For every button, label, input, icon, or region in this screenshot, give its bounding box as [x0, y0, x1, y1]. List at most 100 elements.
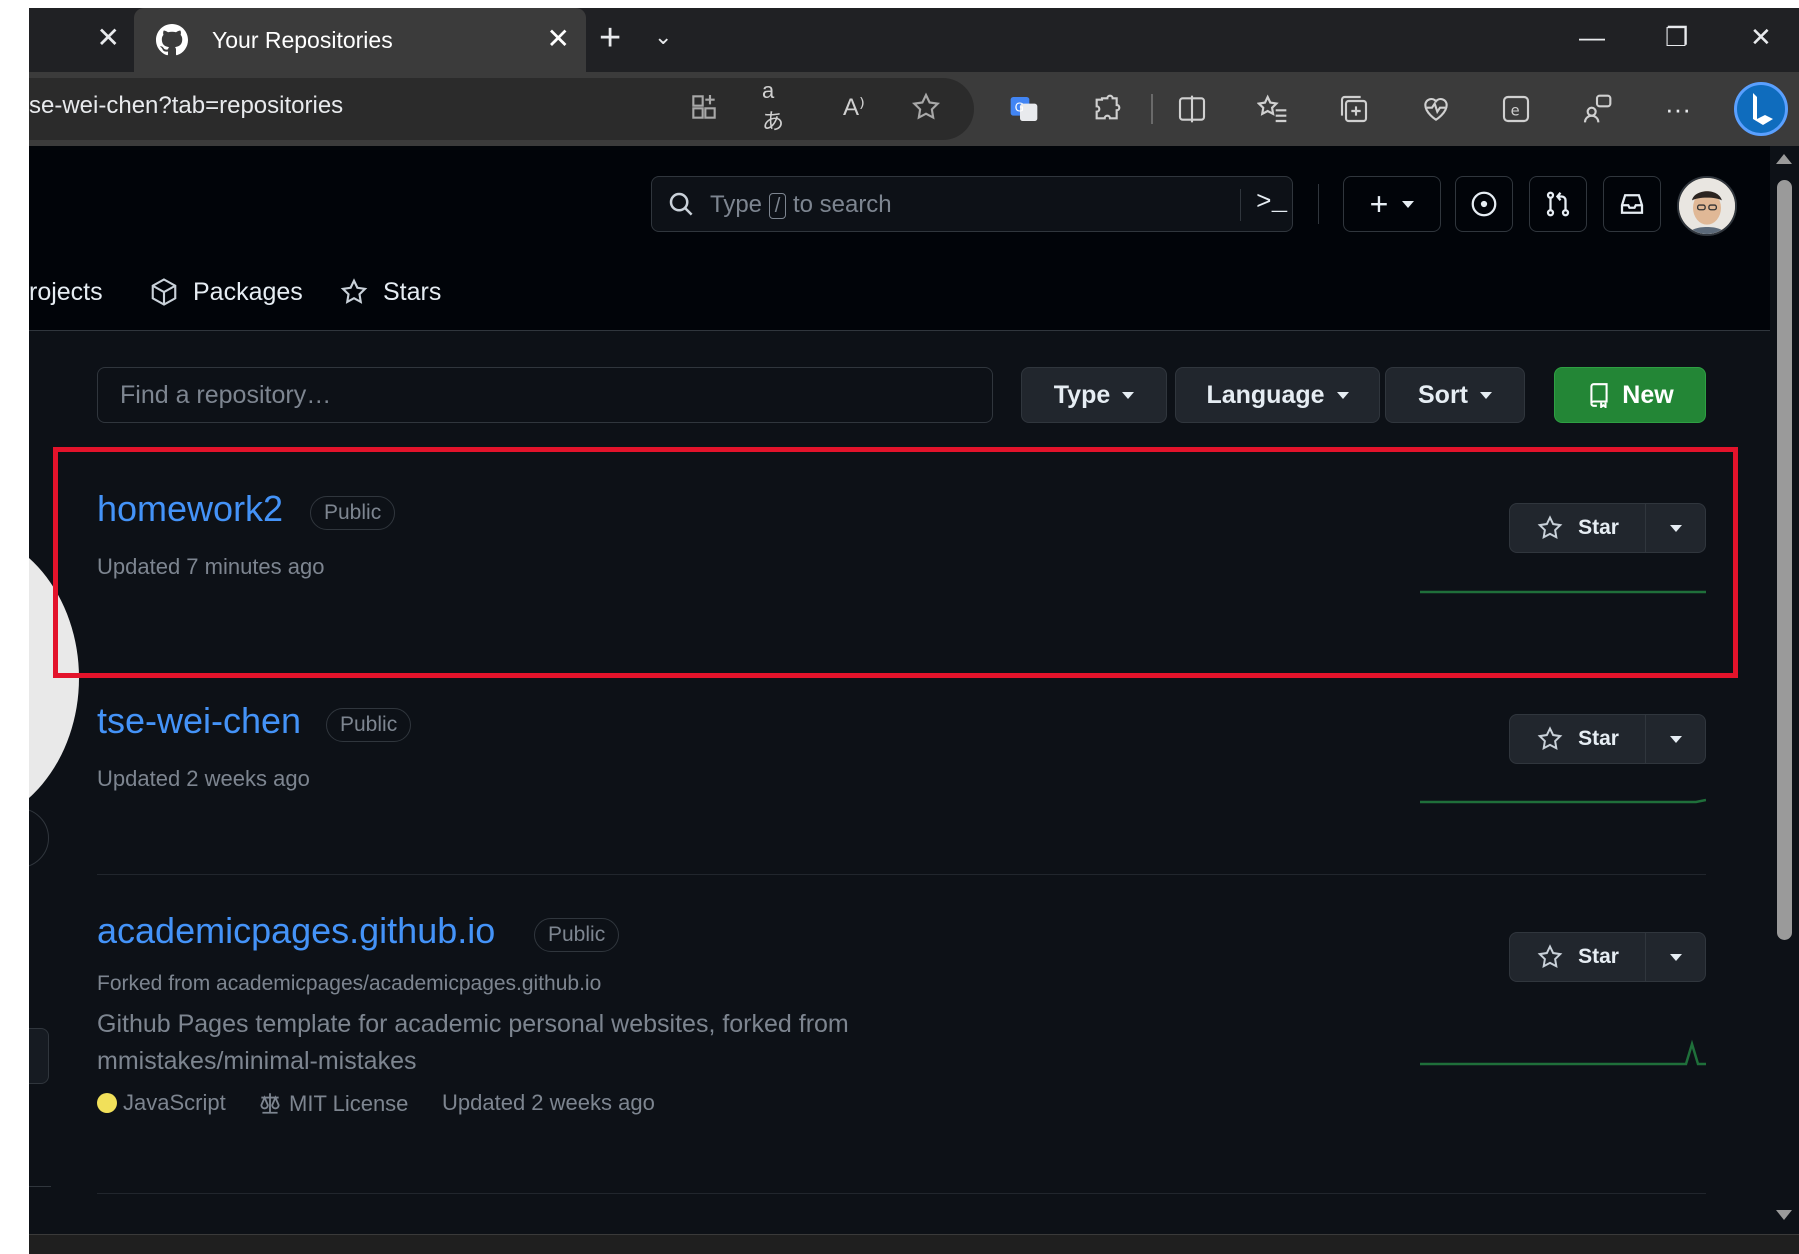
- repo-language: JavaScript: [97, 1090, 226, 1116]
- command-palette-icon[interactable]: >_: [1256, 187, 1287, 217]
- page-scrollbar[interactable]: [1770, 146, 1799, 1234]
- star-list-dropdown[interactable]: [1646, 714, 1706, 764]
- tab-previous[interactable]: ✕: [29, 8, 134, 72]
- star-button-label: Star: [1578, 516, 1619, 539]
- search-separator: [1240, 189, 1241, 221]
- inbox-icon: [1620, 194, 1644, 214]
- activity-sparkline: [1420, 1039, 1706, 1066]
- repository-filter-input[interactable]: [97, 367, 993, 423]
- search-placeholder: Type / to search: [710, 191, 892, 219]
- inbox-button[interactable]: [1603, 176, 1661, 232]
- repo-name-link[interactable]: homework2: [97, 488, 283, 530]
- tab-title: Your Repositories: [212, 27, 393, 53]
- chevron-down-icon: [1669, 735, 1682, 743]
- scroll-down-arrow-icon[interactable]: [1776, 1210, 1792, 1220]
- law-icon: [260, 1093, 280, 1114]
- tab-actions-chevron-icon[interactable]: ⌄: [654, 24, 672, 50]
- activity-sparkline: [1420, 798, 1706, 804]
- google-translate-icon[interactable]: G: [1007, 92, 1041, 126]
- repo-icon: [1590, 383, 1608, 408]
- os-taskbar: [29, 1234, 1799, 1254]
- favorite-star-icon[interactable]: [909, 90, 943, 124]
- tab-your-repositories[interactable]: Your Repositories ✕: [134, 8, 586, 72]
- star-icon: [1537, 515, 1563, 540]
- toolbar-divider: [1151, 94, 1153, 124]
- browser-essentials-icon[interactable]: [1419, 92, 1453, 126]
- star-icon: [1537, 944, 1563, 969]
- repo-item: tse-wei-chen Public Updated 2 weeks ago …: [97, 700, 1706, 820]
- nav-packages[interactable]: Packages: [149, 272, 303, 312]
- search-icon: [669, 192, 693, 216]
- nav-stars[interactable]: Stars: [339, 272, 441, 312]
- scroll-up-arrow-icon[interactable]: [1776, 154, 1792, 164]
- language-color-dot: [97, 1093, 117, 1113]
- new-repository-button[interactable]: New: [1554, 367, 1706, 423]
- address-url[interactable]: se-wei-chen?tab=repositories: [29, 92, 343, 120]
- favorites-icon[interactable]: [1256, 92, 1290, 126]
- close-window-icon[interactable]: ✕: [1750, 22, 1772, 52]
- star-icon: [340, 278, 368, 304]
- nav-stars-label: Stars: [383, 277, 442, 306]
- chevron-down-icon: [1122, 391, 1135, 399]
- star-button-label: Star: [1578, 727, 1619, 750]
- forked-from-text[interactable]: Forked from academicpages/academicpages.…: [97, 972, 601, 996]
- repo-name-link[interactable]: tse-wei-chen: [97, 700, 301, 742]
- address-bar[interactable]: se-wei-chen?tab=repositories aあ A⁾: [29, 78, 974, 140]
- browser-window: ✕ Your Repositories ✕ + ⌄ — ❐ ✕ se-wei-c…: [29, 8, 1799, 1254]
- more-menu-icon[interactable]: ···: [1661, 92, 1695, 126]
- type-filter-button[interactable]: Type: [1021, 367, 1167, 423]
- read-aloud-icon[interactable]: A⁾: [837, 90, 871, 124]
- sidebar-edit-button[interactable]: [29, 1028, 49, 1084]
- new-tab-button[interactable]: +: [599, 18, 621, 58]
- package-icon: [151, 278, 177, 306]
- sidebar-status-button[interactable]: [29, 808, 49, 868]
- scrollbar-thumb[interactable]: [1777, 180, 1792, 940]
- sidebar-divider: [29, 1186, 51, 1187]
- type-filter-label: Type: [1053, 380, 1111, 409]
- bing-copilot-icon[interactable]: [1734, 82, 1788, 136]
- star-button[interactable]: Star: [1509, 714, 1646, 764]
- global-search-input[interactable]: Type / to search >_: [651, 176, 1293, 232]
- issue-opened-icon: [1471, 191, 1497, 217]
- nav-projects[interactable]: rojects: [29, 272, 103, 312]
- restore-icon[interactable]: ❐: [1665, 22, 1688, 52]
- split-screen-icon[interactable]: [1175, 92, 1209, 126]
- repo-item: homework2 Public Updated 7 minutes ago S…: [97, 488, 1706, 608]
- feedback-icon[interactable]: [1580, 92, 1614, 126]
- create-new-button[interactable]: +: [1343, 176, 1441, 232]
- app-available-icon[interactable]: [687, 90, 721, 124]
- star-list-dropdown[interactable]: [1646, 503, 1706, 553]
- repo-updated-text: Updated 2 weeks ago: [442, 1090, 655, 1115]
- star-button[interactable]: Star: [1509, 503, 1646, 553]
- pull-requests-button[interactable]: [1529, 176, 1587, 232]
- language-filter-button[interactable]: Language: [1175, 367, 1380, 423]
- svg-text:G: G: [1015, 101, 1024, 115]
- minimize-icon[interactable]: —: [1579, 22, 1605, 52]
- profile-avatar-large[interactable]: [29, 528, 79, 828]
- tab-close-icon[interactable]: ✕: [547, 24, 570, 54]
- new-button-label: New: [1622, 380, 1674, 409]
- repo-language-label: JavaScript: [123, 1090, 226, 1115]
- issues-button[interactable]: [1455, 176, 1513, 232]
- repo-name-link[interactable]: academicpages.github.io: [97, 910, 495, 952]
- browser-toolbar: se-wei-chen?tab=repositories aあ A⁾ G e ·…: [29, 72, 1799, 146]
- visibility-badge: Public: [534, 918, 620, 952]
- sort-filter-button[interactable]: Sort: [1385, 367, 1525, 423]
- chevron-down-icon: [1669, 524, 1682, 532]
- repo-license[interactable]: MIT License: [257, 1090, 408, 1117]
- extensions-icon[interactable]: [1089, 92, 1123, 126]
- star-list-dropdown[interactable]: [1646, 932, 1706, 982]
- user-avatar[interactable]: [1677, 176, 1737, 236]
- repo-description: Github Pages template for academic perso…: [97, 1010, 849, 1075]
- translate-icon[interactable]: aあ: [762, 78, 796, 134]
- collections-icon[interactable]: [1337, 92, 1371, 126]
- github-header: Type / to search >_ + rojects Packages S…: [29, 146, 1770, 331]
- star-button[interactable]: Star: [1509, 932, 1646, 982]
- internet-explorer-mode-icon[interactable]: e: [1499, 92, 1533, 126]
- repository-search-field[interactable]: [98, 368, 992, 422]
- github-logo-icon: [156, 24, 188, 56]
- star-button-group: Star: [1509, 932, 1706, 982]
- chevron-down-icon: [1669, 953, 1682, 961]
- tab-close-icon[interactable]: ✕: [97, 24, 120, 52]
- chevron-down-icon: [1480, 391, 1492, 399]
